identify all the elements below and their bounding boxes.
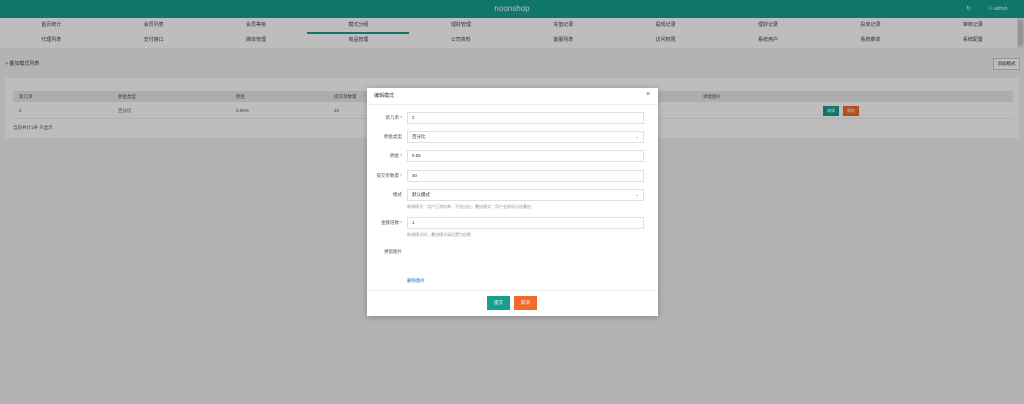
commission-input[interactable]: 0.05: [407, 150, 644, 162]
required-mark: *: [400, 220, 402, 225]
submit-count-label: 提交单数量 *: [367, 173, 402, 179]
label-text: 佣金: [389, 153, 399, 158]
close-icon[interactable]: ×: [646, 91, 650, 98]
popup-image-label: 弹窗图片: [384, 249, 402, 254]
dialog-title: 编辑模式: [374, 93, 395, 99]
required-mark: *: [400, 115, 402, 120]
commission-type-select[interactable]: 百分比 ⌄: [407, 131, 644, 143]
label-text: 金额倍数: [380, 220, 399, 225]
commission-type-label: 佣金类型: [384, 134, 402, 139]
edit-mode-dialog: 编辑模式 × 第几单 * 2 佣金类型 百分比 ⌄ 佣金 * 0.05 提交单数量…: [367, 88, 658, 316]
order-no-label: 第几单 *: [367, 115, 402, 121]
mode-hint: 新增模式：用户正常抢单，不会出红。叠加模式：用户会继续出现叠加: [407, 204, 531, 209]
select-value: 百分比: [412, 134, 426, 139]
commission-label: 佣金 *: [367, 153, 402, 159]
select-value: 默认模式: [412, 192, 430, 197]
submit-count-input[interactable]: 40: [407, 170, 644, 182]
cancel-button[interactable]: 取消: [514, 296, 537, 310]
chevron-down-icon: ⌄: [634, 134, 639, 140]
submit-button[interactable]: 提交: [487, 296, 510, 310]
price-multiple-input[interactable]: 1: [407, 217, 644, 229]
mode-label: 模式: [393, 192, 402, 197]
order-no-input[interactable]: 2: [407, 112, 644, 124]
mode-select[interactable]: 默认模式 ⌄: [407, 189, 644, 201]
divider: [367, 104, 658, 105]
label-text: 提交单数量: [376, 173, 399, 178]
label-text: 第几单: [385, 115, 399, 120]
delete-image-link[interactable]: 删除图片: [407, 278, 425, 284]
required-mark: *: [400, 173, 402, 178]
chevron-down-icon: ⌄: [634, 192, 639, 198]
required-mark: *: [400, 153, 402, 158]
price-multiple-hint: 新增模式时，叠加模式请设置为倍数: [407, 232, 471, 237]
divider: [367, 290, 658, 291]
price-multiple-label: 金额倍数 *: [367, 220, 402, 226]
